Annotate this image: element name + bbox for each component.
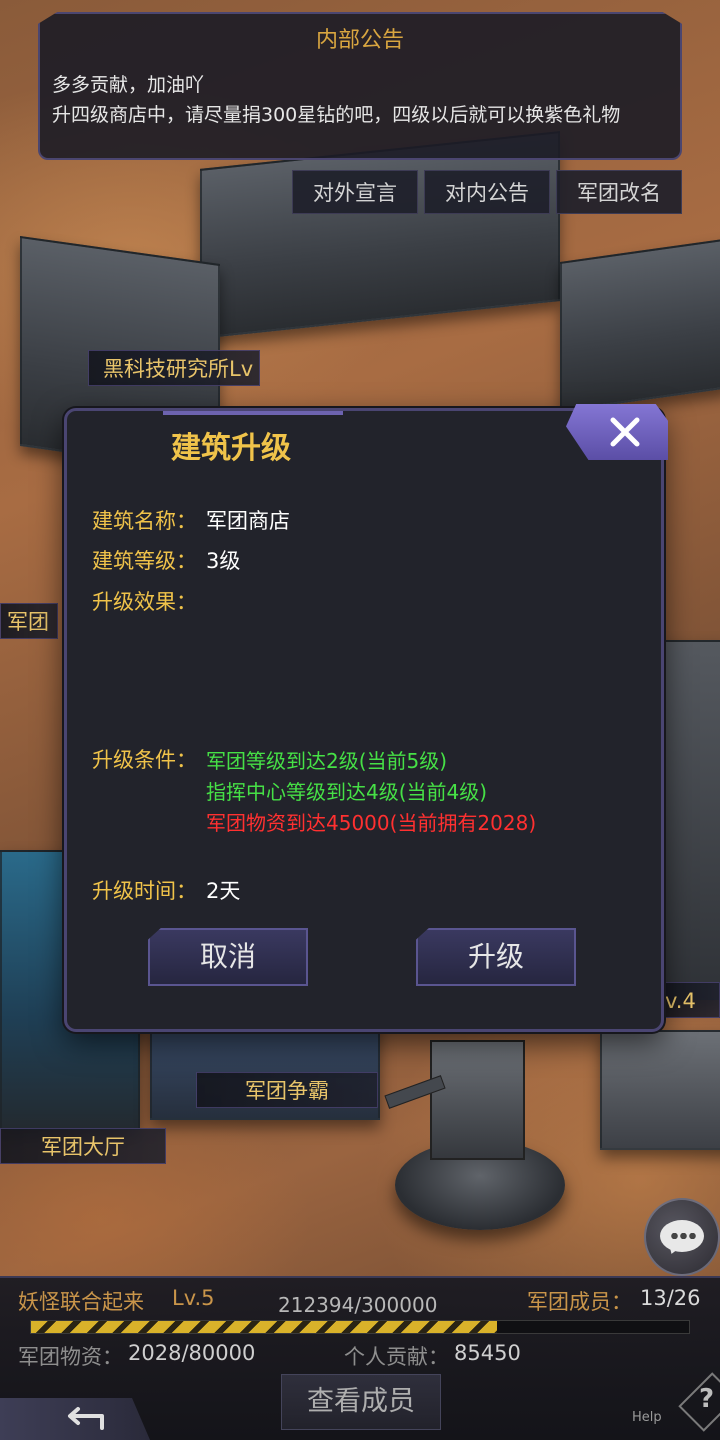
building-level-label: 建筑等级： <box>92 549 197 573</box>
back-arrow-icon <box>68 1407 104 1430</box>
upgrade-condition-label: 升级条件： <box>92 748 197 772</box>
close-icon <box>610 417 640 447</box>
chat-button[interactable] <box>644 1198 720 1276</box>
condition-legion-level: 军团等级到达2级(当前5级) <box>206 749 448 773</box>
building-structure <box>200 131 560 339</box>
members-count: 13/26 <box>640 1286 701 1310</box>
building-structure <box>560 238 720 412</box>
legion-level: Lv.5 <box>172 1286 215 1310</box>
building-level-value: 3级 <box>206 549 241 573</box>
view-members-button[interactable]: 查看成员 <box>281 1374 441 1430</box>
upgrade-button[interactable]: 升级 <box>416 928 576 986</box>
internal-notice-panel: 内部公告 多多贡献，加油吖 升四级商店中，请尽量捐300星钻的吧，四级以后就可以… <box>38 12 682 160</box>
map-label-legion-hall[interactable]: 军团大厅 <box>0 1128 166 1164</box>
upgrade-effect-label: 升级效果： <box>92 590 197 614</box>
chat-dots-icon <box>670 1233 696 1239</box>
dialog-title-tab <box>163 411 343 415</box>
notice-line: 多多贡献，加油吖 <box>52 74 205 96</box>
map-label-legion-cut[interactable]: 军团 <box>0 603 58 639</box>
building-structure <box>600 1030 720 1150</box>
condition-legion-supplies: 军团物资到达45000(当前拥有2028) <box>206 811 537 835</box>
contribution-value: 85450 <box>454 1341 521 1365</box>
condition-command-center-level: 指挥中心等级到达4级(当前4级) <box>206 780 488 804</box>
notice-title: 内部公告 <box>315 28 404 53</box>
notice-line: 升四级商店中，请尽量捐300星钻的吧，四级以后就可以换紫色礼物 <box>52 104 621 126</box>
rename-legion-button[interactable]: 军团改名 <box>556 170 682 214</box>
building-name-label: 建筑名称： <box>92 509 197 533</box>
map-label-legion-contest[interactable]: 军团争霸 <box>196 1072 378 1108</box>
contribution-label: 个人贡献： <box>344 1345 449 1369</box>
map-label-tech-lab[interactable]: 黑科技研究所Lv <box>88 350 260 386</box>
upgrade-time-value: 2天 <box>206 879 241 903</box>
map-label-right-cut[interactable]: v.4 <box>660 982 720 1018</box>
internal-notice-button[interactable]: 对内公告 <box>424 170 550 214</box>
supplies-label: 军团物资： <box>18 1345 123 1369</box>
members-label: 军团成员： <box>527 1290 632 1314</box>
legion-name: 妖怪联合起来 <box>18 1290 144 1314</box>
building-name-value: 军团商店 <box>206 509 290 533</box>
help-label: Help <box>632 1410 662 1425</box>
cancel-button[interactable]: 取消 <box>148 928 308 986</box>
legion-exp-text: 212394/300000 <box>278 1293 438 1317</box>
turret-body <box>430 1040 525 1160</box>
dialog-title: 建筑升级 <box>171 431 291 466</box>
supplies-value: 2028/80000 <box>128 1341 256 1365</box>
legion-exp-bar <box>30 1320 690 1334</box>
external-declaration-button[interactable]: 对外宣言 <box>292 170 418 214</box>
upgrade-time-label: 升级时间： <box>92 879 197 903</box>
question-icon: ? <box>699 1384 715 1414</box>
back-button[interactable] <box>0 1398 150 1440</box>
legion-exp-bar-fill <box>31 1321 497 1333</box>
